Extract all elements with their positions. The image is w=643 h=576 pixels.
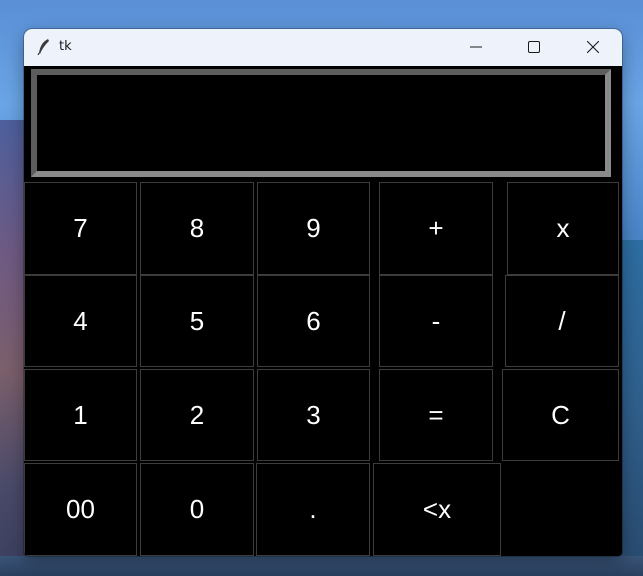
key-9[interactable]: 9 — [257, 182, 370, 275]
maximize-icon — [528, 38, 540, 57]
key-plus[interactable]: + — [379, 182, 493, 275]
key-2[interactable]: 2 — [140, 369, 254, 461]
key-equals[interactable]: = — [379, 369, 493, 461]
desktop-wallpaper-bottom — [0, 556, 643, 576]
minimize-button[interactable] — [447, 29, 505, 66]
key-decimal[interactable]: . — [256, 463, 370, 556]
feather-icon — [36, 38, 52, 56]
desktop-wallpaper-right — [621, 240, 643, 576]
key-multiply[interactable]: x — [507, 182, 619, 275]
window-title: tk — [59, 39, 72, 54]
key-divide[interactable]: / — [505, 275, 619, 367]
title-bar[interactable]: tk — [24, 29, 622, 66]
key-1[interactable]: 1 — [24, 369, 137, 461]
key-5[interactable]: 5 — [140, 275, 254, 367]
maximize-button[interactable] — [505, 29, 563, 66]
key-double-zero[interactable]: 00 — [24, 463, 137, 556]
key-minus[interactable]: - — [379, 275, 493, 367]
key-clear[interactable]: C — [502, 369, 619, 461]
key-backspace[interactable]: <x — [373, 463, 501, 556]
close-icon — [586, 38, 600, 57]
key-3[interactable]: 3 — [257, 369, 370, 461]
minimize-icon — [470, 38, 482, 57]
calculator-display[interactable] — [31, 69, 611, 177]
key-8[interactable]: 8 — [140, 182, 254, 275]
key-7[interactable]: 7 — [24, 182, 137, 275]
key-0[interactable]: 0 — [140, 463, 254, 556]
calculator-window: tk 7 8 9 + x 4 5 6 - / 1 2 3 = C 00 0 . … — [24, 29, 622, 556]
desktop-wallpaper-left — [0, 120, 26, 576]
close-button[interactable] — [564, 29, 622, 66]
key-4[interactable]: 4 — [24, 275, 137, 367]
key-6[interactable]: 6 — [257, 275, 370, 367]
